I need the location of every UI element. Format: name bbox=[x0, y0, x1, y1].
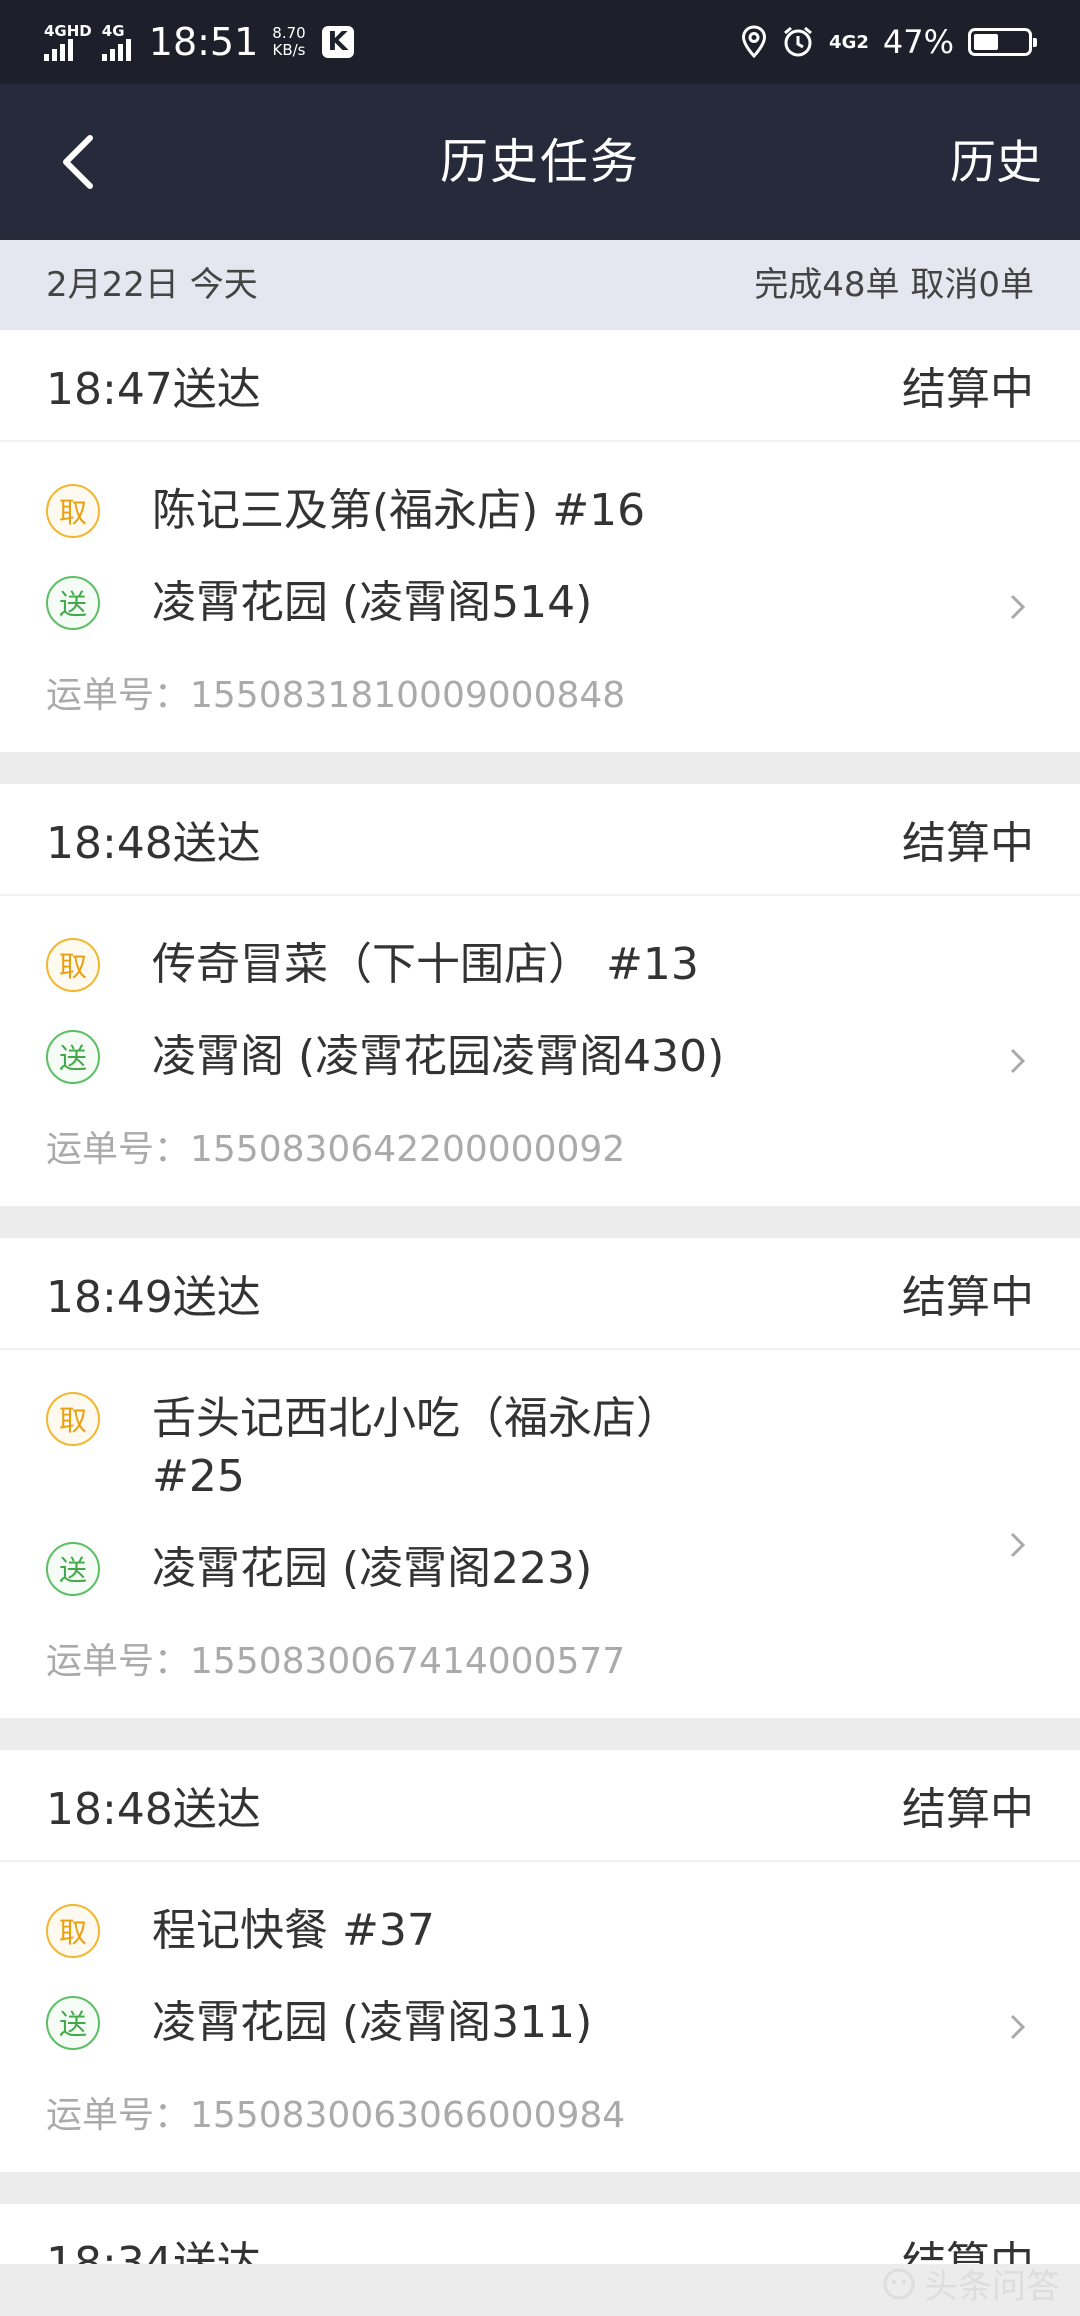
deliver-row: 送 凌霄花园 (凌霄阁223) bbox=[46, 1540, 1034, 1598]
pickup-store: 舌头记西北小吃（福永店） #25 bbox=[152, 1393, 680, 1502]
network-speed-unit: KB/s bbox=[272, 41, 306, 59]
order-body: 取 传奇冒菜（下十围店） #13 送 凌霄阁 (凌霄花园凌霄阁430) 运单号：… bbox=[0, 896, 1080, 1206]
order-list: 18:47送达 结算中 取 陈记三及第(福永店) #16 送 凌霄花园 (凌霄阁… bbox=[0, 330, 1080, 2296]
k-app-icon: K bbox=[321, 26, 354, 58]
page-title: 历史任务 bbox=[439, 134, 640, 190]
delivery-time: 18:49送达 bbox=[46, 1272, 261, 1323]
pickup-row: 取 程记快餐 #37 bbox=[46, 1902, 1034, 1960]
signal-label: 4GHD bbox=[44, 22, 92, 40]
deliver-badge: 送 bbox=[46, 1542, 100, 1596]
settlement-status: 结算中 bbox=[902, 364, 1034, 415]
waybill-number: 运单号：1550831810009000848 bbox=[46, 675, 626, 716]
delivery-address: 凌霄阁 (凌霄花园凌霄阁430) bbox=[152, 1031, 725, 1082]
deliver-row: 送 凌霄花园 (凌霄阁311) bbox=[46, 1994, 1034, 2052]
order-card[interactable]: 18:48送达 结算中 取 程记快餐 #37 送 凌霄花园 (凌霄阁311) 运… bbox=[0, 1750, 1080, 2172]
pickup-badge: 取 bbox=[46, 938, 100, 992]
delivery-time: 18:34送达 bbox=[46, 2238, 261, 2264]
signal-icon-2: 4G bbox=[101, 22, 131, 61]
delivery-time: 18:48送达 bbox=[46, 818, 261, 869]
summary-bar: 2月22日 今天 完成48单 取消0单 bbox=[0, 240, 1080, 330]
clock: 18:51 bbox=[148, 20, 259, 64]
battery-icon bbox=[968, 28, 1037, 56]
delivery-time: 18:48送达 bbox=[46, 1784, 261, 1835]
settlement-status: 结算中 bbox=[902, 818, 1034, 869]
settlement-status: 结算中 bbox=[902, 1272, 1034, 1323]
deliver-badge: 送 bbox=[46, 1030, 100, 1084]
nav-bar: 历史任务 历史 bbox=[0, 84, 1080, 240]
network-speed-value: 8.70 bbox=[272, 24, 306, 42]
pickup-badge: 取 bbox=[46, 1392, 100, 1446]
chevron-right-icon[interactable] bbox=[1002, 1046, 1032, 1076]
toutiao-logo-icon bbox=[883, 2268, 915, 2299]
summary-stats: 完成48单 取消0单 bbox=[754, 265, 1034, 305]
order-body: 取 舌头记西北小吃（福永店） #25 送 凌霄花园 (凌霄阁223) 运单号：1… bbox=[0, 1350, 1080, 1718]
summary-date: 2月22日 今天 bbox=[46, 265, 258, 305]
chevron-right-icon[interactable] bbox=[1002, 1530, 1032, 1560]
order-card[interactable]: 18:48送达 结算中 取 传奇冒菜（下十围店） #13 送 凌霄阁 (凌霄花园… bbox=[0, 784, 1080, 1206]
deliver-badge: 送 bbox=[46, 576, 100, 630]
pickup-store: 传奇冒菜（下十围店） #13 bbox=[152, 939, 699, 990]
waybill-number: 运单号：1550830642200000092 bbox=[46, 1129, 626, 1170]
alarm-icon bbox=[784, 26, 813, 57]
order-body: 取 陈记三及第(福永店) #16 送 凌霄花园 (凌霄阁514) 运单号：155… bbox=[0, 442, 1080, 752]
battery-percent: 47% bbox=[882, 23, 954, 61]
pickup-row: 取 舌头记西北小吃（福永店） #25 bbox=[46, 1390, 1034, 1506]
location-icon bbox=[742, 25, 767, 59]
watermark: 头条问答 bbox=[882, 2259, 1060, 2308]
pickup-store: 程记快餐 #37 bbox=[152, 1905, 435, 1956]
chevron-right-icon[interactable] bbox=[1002, 592, 1032, 622]
network-type-2: 4G2 bbox=[829, 31, 869, 53]
delivery-address: 凌霄花园 (凌霄阁514) bbox=[152, 577, 593, 628]
waybill-number: 运单号：1550830063066000984 bbox=[46, 2095, 626, 2136]
delivery-time: 18:47送达 bbox=[46, 364, 261, 415]
status-bar: 4GHD 4G 18:51 8.70 KB/s K 4G2 47% bbox=[0, 0, 1080, 84]
pickup-store: 陈记三及第(福永店) #16 bbox=[152, 485, 646, 536]
order-header: 18:49送达 结算中 bbox=[0, 1238, 1080, 1350]
back-button[interactable] bbox=[60, 127, 130, 197]
deliver-row: 送 凌霄花园 (凌霄阁514) bbox=[46, 574, 1034, 632]
order-header: 18:48送达 结算中 bbox=[0, 1750, 1080, 1862]
waybill-number: 运单号：1550830067414000577 bbox=[46, 1641, 626, 1682]
pickup-row: 取 陈记三及第(福永店) #16 bbox=[46, 482, 1034, 540]
deliver-row: 送 凌霄阁 (凌霄花园凌霄阁430) bbox=[46, 1028, 1034, 1086]
order-card[interactable]: 18:47送达 结算中 取 陈记三及第(福永店) #16 送 凌霄花园 (凌霄阁… bbox=[0, 330, 1080, 752]
status-right: 4G2 47% bbox=[741, 0, 1037, 84]
pickup-row: 取 传奇冒菜（下十围店） #13 bbox=[46, 936, 1034, 994]
order-card[interactable]: 18:49送达 结算中 取 舌头记西北小吃（福永店） #25 送 凌霄花园 (凌… bbox=[0, 1238, 1080, 1718]
signal-label-2: 4G bbox=[101, 22, 125, 40]
delivery-address: 凌霄花园 (凌霄阁223) bbox=[152, 1543, 593, 1594]
settlement-status: 结算中 bbox=[902, 1784, 1034, 1835]
chevron-left-icon bbox=[63, 135, 93, 189]
pickup-badge: 取 bbox=[46, 1904, 100, 1958]
network-speed: 8.70 KB/s bbox=[272, 25, 305, 59]
order-header: 18:47送达 结算中 bbox=[0, 330, 1080, 442]
order-card[interactable]: 18:34送达 结算中 bbox=[0, 2204, 1080, 2264]
order-body: 取 程记快餐 #37 送 凌霄花园 (凌霄阁311) 运单号：155083006… bbox=[0, 1862, 1080, 2172]
order-header: 18:48送达 结算中 bbox=[0, 784, 1080, 896]
pickup-badge: 取 bbox=[46, 484, 100, 538]
order-header: 18:34送达 结算中 bbox=[0, 2204, 1080, 2264]
watermark-text: 头条问答 bbox=[924, 2267, 1060, 2307]
deliver-badge: 送 bbox=[46, 1996, 100, 2050]
status-left: 4GHD 4G 18:51 8.70 KB/s K bbox=[44, 0, 354, 84]
history-button[interactable]: 历史 bbox=[950, 84, 1042, 240]
chevron-right-icon[interactable] bbox=[1002, 2012, 1032, 2042]
signal-icon: 4GHD bbox=[44, 23, 92, 61]
delivery-address: 凌霄花园 (凌霄阁311) bbox=[152, 1997, 593, 2048]
